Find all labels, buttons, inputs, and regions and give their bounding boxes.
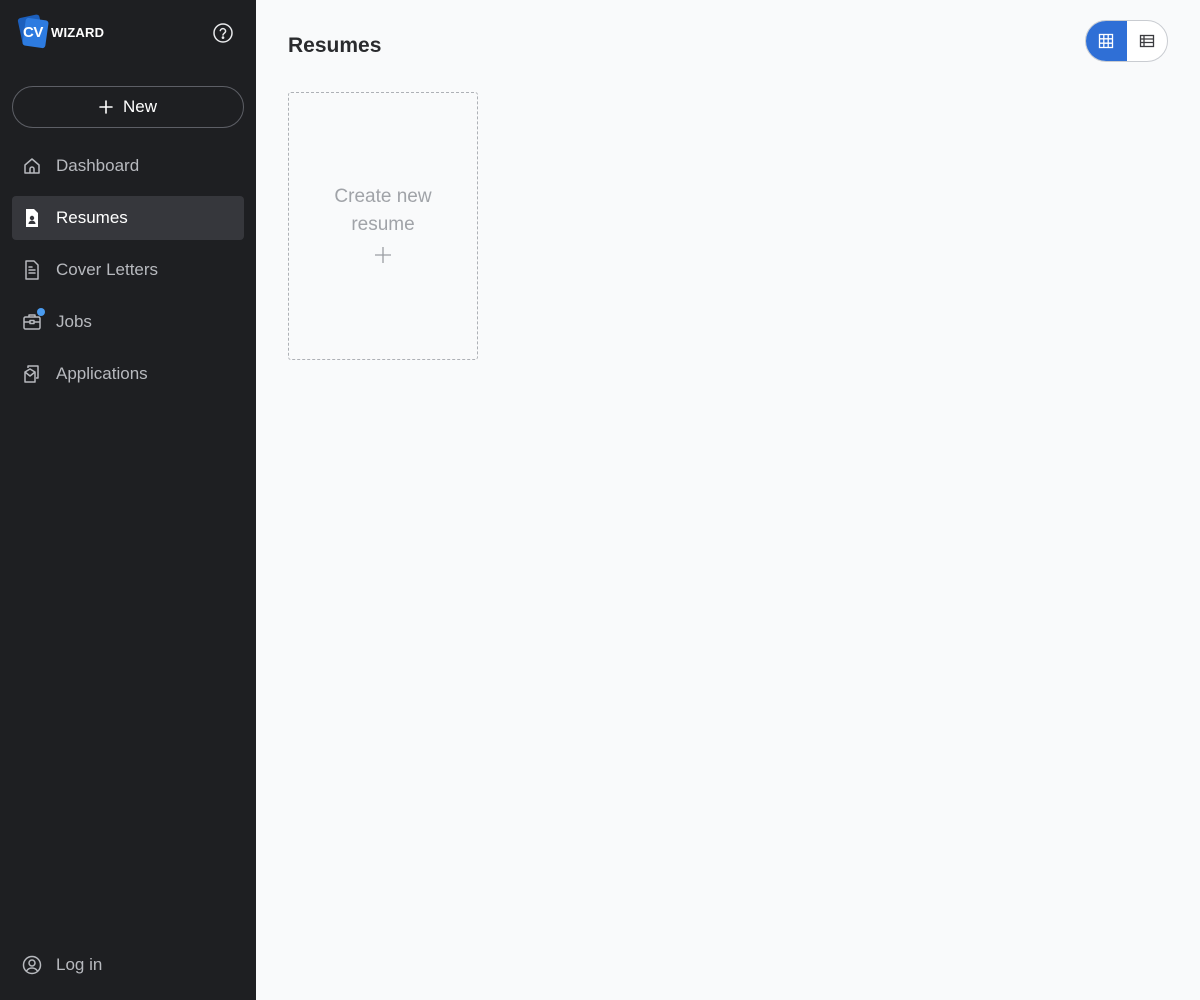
logo-text: WIZARD bbox=[51, 24, 105, 40]
sidebar-item-jobs[interactable]: Jobs bbox=[12, 300, 244, 344]
sidebar-item-label: Applications bbox=[56, 364, 148, 383]
list-view-button[interactable] bbox=[1127, 21, 1168, 61]
grid-icon bbox=[1099, 33, 1114, 49]
user-icon bbox=[22, 955, 42, 975]
create-resume-card[interactable]: Create new resume bbox=[288, 92, 478, 360]
applications-icon bbox=[22, 364, 42, 384]
home-icon bbox=[22, 156, 42, 176]
view-toggle bbox=[1085, 20, 1168, 62]
page-title: Resumes bbox=[288, 34, 382, 57]
briefcase-icon bbox=[22, 308, 45, 332]
sidebar-item-dashboard[interactable]: Dashboard bbox=[12, 144, 244, 188]
new-button-label: New bbox=[122, 97, 157, 116]
new-button[interactable]: New bbox=[12, 86, 244, 128]
help-icon[interactable] bbox=[212, 22, 234, 44]
sidebar-item-resumes[interactable]: Resumes bbox=[12, 196, 244, 240]
sidebar-item-label: Dashboard bbox=[56, 156, 140, 175]
list-icon bbox=[1139, 34, 1154, 48]
login-button[interactable]: Log in bbox=[22, 955, 102, 975]
grid-view-button[interactable] bbox=[1086, 21, 1127, 61]
document-icon bbox=[22, 260, 42, 280]
notification-dot bbox=[37, 308, 45, 316]
sidebar-item-label: Resumes bbox=[56, 208, 128, 227]
sidebar-item-applications[interactable]: Applications bbox=[12, 352, 244, 396]
logo-mark-text: CV bbox=[23, 24, 43, 41]
sidebar: CV WIZARD New Dashboard Resumes Cover Le… bbox=[0, 0, 256, 1000]
sidebar-item-cover-letters[interactable]: Cover Letters bbox=[12, 248, 244, 292]
sidebar-item-label: Cover Letters bbox=[56, 260, 159, 279]
plus-icon bbox=[99, 100, 113, 114]
sidebar-item-label: Jobs bbox=[56, 312, 92, 331]
resume-icon bbox=[22, 208, 42, 228]
login-label: Log in bbox=[56, 955, 103, 974]
plus-icon bbox=[375, 247, 391, 263]
sidebar-nav: Dashboard Resumes Cover Letters Jobs App… bbox=[12, 144, 244, 404]
create-resume-label: Create new resume bbox=[334, 186, 432, 235]
logo[interactable]: CV WIZARD bbox=[17, 14, 105, 49]
cv-wizard-logo-icon: CV bbox=[17, 14, 49, 49]
